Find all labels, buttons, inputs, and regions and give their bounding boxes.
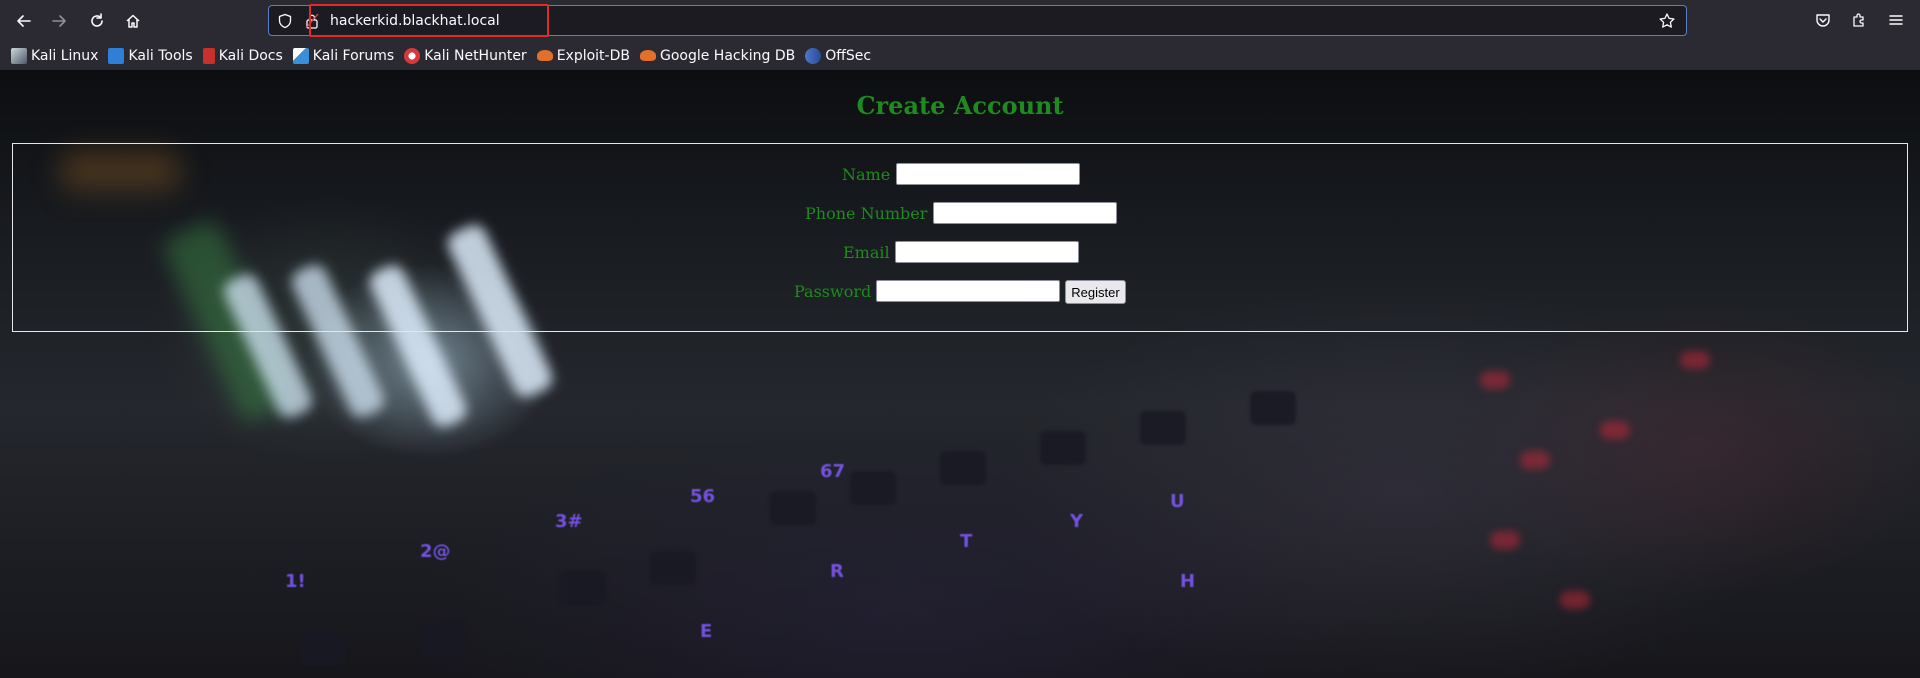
name-row: Name: [13, 162, 1909, 190]
home-icon: [126, 14, 140, 28]
email-input[interactable]: [895, 241, 1079, 263]
bookmark-offsec[interactable]: OffSec: [805, 44, 871, 68]
ghdb-icon: [639, 50, 656, 61]
bookmark-label: Google Hacking DB: [659, 47, 796, 64]
bookmark-label: Kali Tools: [128, 47, 193, 64]
phone-input[interactable]: [933, 202, 1117, 224]
pocket-icon: [1816, 14, 1830, 27]
exploit-db-icon: [536, 50, 553, 61]
kali-tools-icon: [108, 47, 125, 64]
tracking-shield-icon[interactable]: [277, 13, 293, 29]
bookmark-label: Kali Linux: [31, 47, 99, 64]
reload-button[interactable]: [82, 6, 112, 36]
bookmark-google-hacking-db[interactable]: Google Hacking DB: [639, 44, 796, 68]
bookmark-label: Kali NetHunter: [424, 47, 527, 64]
bookmark-label: OffSec: [825, 47, 872, 64]
forward-arrow-icon: [52, 15, 66, 27]
bookmarks-bar: Kali Linux Kali Tools Kali Docs Kali For…: [0, 41, 1920, 71]
create-account-form: Name Phone Number Email Password Registe…: [12, 143, 1908, 332]
back-arrow-icon: [17, 15, 31, 27]
kali-docs-icon: [202, 47, 215, 64]
bookmark-kali-forums[interactable]: Kali Forums: [292, 44, 395, 68]
name-label: Name: [842, 165, 891, 184]
reload-icon: [91, 13, 103, 27]
pocket-button[interactable]: [1811, 8, 1835, 32]
email-label: Email: [843, 243, 890, 262]
back-button[interactable]: [9, 6, 39, 36]
bookmark-kali-docs[interactable]: Kali Docs: [202, 44, 283, 68]
bookmark-kali-nethunter[interactable]: Kali NetHunter: [404, 44, 527, 68]
home-button[interactable]: [118, 6, 148, 36]
password-label: Password: [794, 282, 872, 301]
forward-button[interactable]: [44, 6, 74, 36]
password-row: Password Register: [13, 279, 1909, 307]
kali-dragon-icon: [11, 47, 27, 64]
hamburger-icon: [1889, 15, 1903, 25]
page-content: 67 56 3# 2@ 1! R E T Y U H Create Accoun…: [0, 71, 1920, 678]
bookmark-exploit-db[interactable]: Exploit-DB: [536, 44, 630, 68]
menu-button[interactable]: [1884, 8, 1908, 32]
address-bar[interactable]: hackerkid.blackhat.local: [268, 4, 1687, 37]
register-button[interactable]: Register: [1065, 280, 1126, 304]
password-input[interactable]: [876, 280, 1060, 302]
phone-label: Phone Number: [805, 204, 928, 223]
offsec-icon: [805, 47, 822, 64]
bookmark-label: Kali Forums: [312, 47, 395, 64]
kali-forums-icon: [292, 47, 309, 64]
phone-row: Phone Number: [13, 201, 1909, 229]
extensions-button[interactable]: [1847, 8, 1871, 32]
email-row: Email: [13, 240, 1909, 268]
bookmark-label: Kali Docs: [218, 47, 283, 64]
url-text[interactable]: hackerkid.blackhat.local: [330, 12, 500, 30]
kali-nethunter-icon: [404, 47, 421, 64]
bookmark-kali-tools[interactable]: Kali Tools: [108, 44, 193, 68]
browser-toolbar: hackerkid.blackhat.local: [0, 0, 1920, 41]
bookmark-label: Exploit-DB: [556, 47, 630, 64]
name-input[interactable]: [896, 163, 1080, 185]
bookmark-star-icon[interactable]: [1658, 12, 1676, 30]
puzzle-icon: [1853, 13, 1864, 27]
page-title: Create Account: [856, 91, 1064, 120]
bookmark-kali-linux[interactable]: Kali Linux: [11, 44, 98, 68]
